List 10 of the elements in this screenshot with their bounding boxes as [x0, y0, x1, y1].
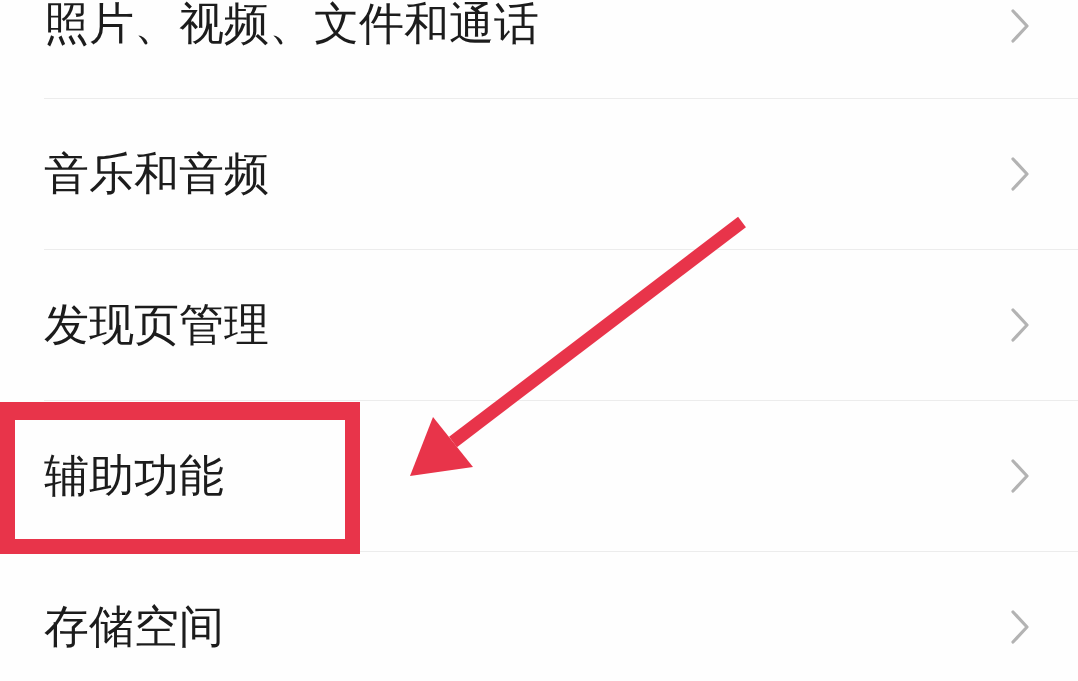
settings-row[interactable]: 辅助功能 [0, 401, 1078, 551]
chevron-right-icon [1010, 308, 1030, 342]
chevron-right-icon [1010, 9, 1030, 43]
settings-row[interactable]: 音乐和音频 [0, 99, 1078, 249]
settings-row[interactable]: 照片、视频、文件和通话 [0, 0, 1078, 98]
chevron-right-icon [1010, 610, 1030, 644]
chevron-right-icon [1010, 459, 1030, 493]
settings-row[interactable]: 存储空间 [0, 552, 1078, 681]
chevron-right-icon [1010, 157, 1030, 191]
settings-row[interactable]: 发现页管理 [0, 250, 1078, 400]
